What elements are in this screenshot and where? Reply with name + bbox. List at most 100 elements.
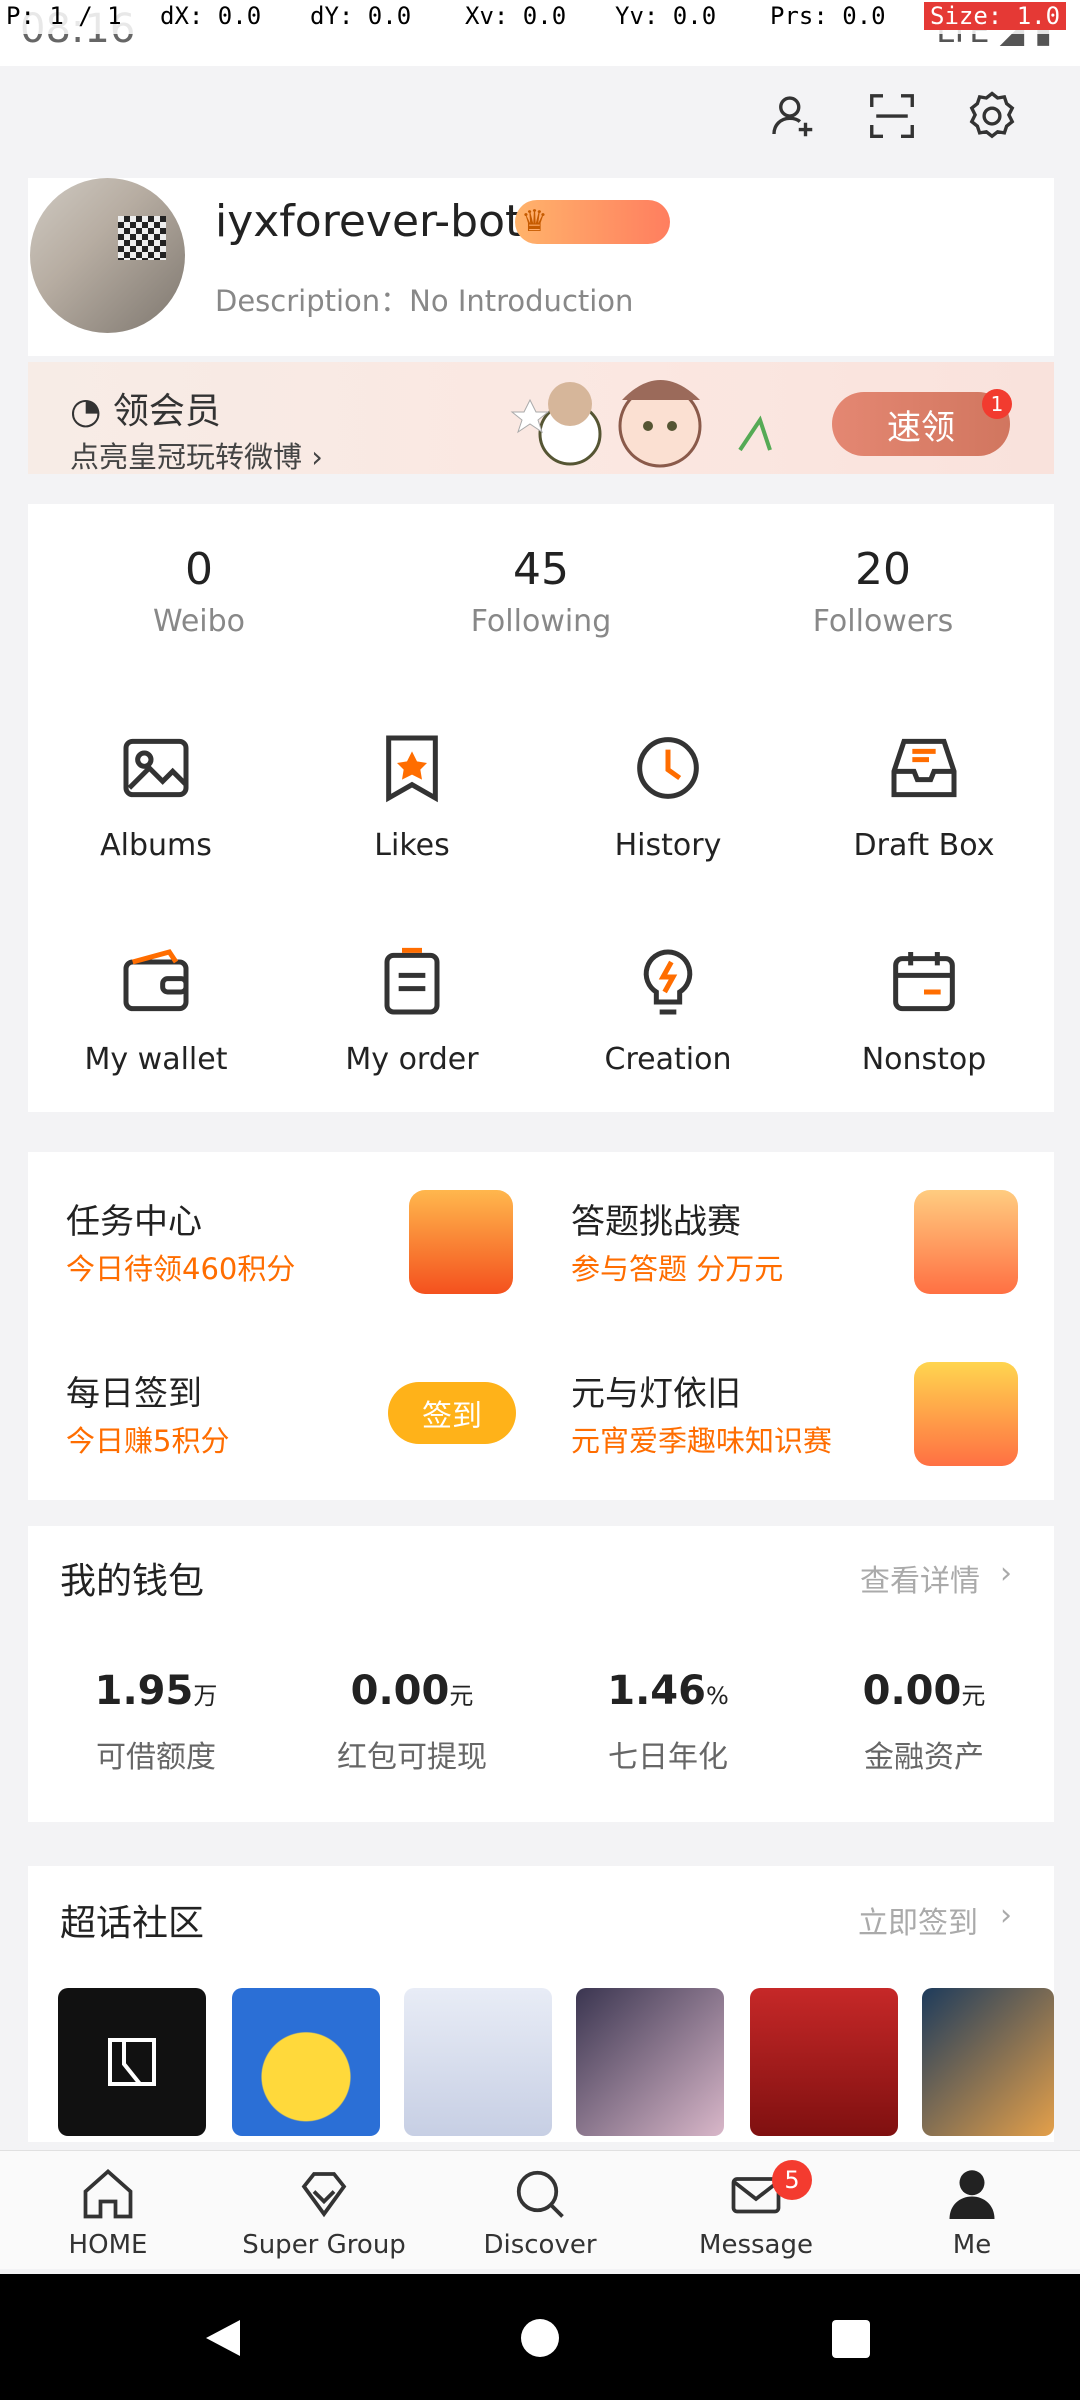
- system-navigation-bar: [0, 2274, 1080, 2400]
- chevron-right-icon[interactable]: ›: [1000, 1556, 1012, 1591]
- nav-label: Message: [699, 2230, 813, 2260]
- nav-label: Super Group: [242, 2230, 406, 2260]
- task-title: 答题挑战赛: [571, 1202, 741, 1242]
- overlay-dx: dX: 0.0: [160, 2, 262, 30]
- wallet-label: 红包可提现: [337, 1740, 487, 1775]
- vip-title: ◔ 领会员: [70, 382, 221, 434]
- vip-subtitle[interactable]: 点亮皇冠玩转微博 ›: [70, 434, 323, 476]
- calendar-icon: [876, 934, 972, 1030]
- stat-label: Followers: [812, 604, 954, 639]
- recents-icon[interactable]: [830, 2318, 872, 2360]
- community-checkin-link[interactable]: 立即签到: [858, 1898, 978, 1942]
- stat-followers[interactable]: 20 Followers: [712, 504, 1054, 680]
- overlay-size: Size: 1.0: [924, 2, 1067, 30]
- tool-likes[interactable]: Likes: [284, 680, 540, 894]
- chevron-right-icon[interactable]: ›: [1000, 1898, 1012, 1933]
- stat-value: 20: [855, 544, 911, 595]
- wallet-icon: [108, 934, 204, 1030]
- tool-history[interactable]: History: [540, 680, 796, 894]
- username[interactable]: iyxforever-bot: [215, 196, 522, 247]
- tool-creation[interactable]: Creation: [540, 894, 796, 1108]
- community-thumb[interactable]: [232, 1988, 380, 2136]
- wallet-value: 0.00元: [350, 1668, 474, 1714]
- tool-label: Likes: [374, 828, 450, 863]
- image-icon: [108, 720, 204, 816]
- wallet-value: 1.95万: [94, 1668, 218, 1714]
- community-title: 超话社区: [60, 1903, 205, 1944]
- stat-following[interactable]: 45 Following: [370, 504, 712, 680]
- nav-me[interactable]: Me: [864, 2150, 1080, 2268]
- tool-label: My order: [345, 1042, 479, 1077]
- nav-message[interactable]: Message: [648, 2150, 864, 2268]
- profile-description[interactable]: Description：No Introduction: [215, 278, 633, 320]
- weibo-logo-icon: ◔: [70, 391, 102, 432]
- back-icon[interactable]: [200, 2316, 244, 2360]
- vip-mascot-illustration: [510, 380, 772, 468]
- inbox-icon: [876, 720, 972, 816]
- diamond-icon: [301, 2172, 347, 2218]
- vip-badge[interactable]: ♛: [515, 200, 670, 244]
- checklist-icon: [914, 1190, 1018, 1294]
- nav-label: HOME: [68, 2230, 148, 2260]
- stat-value: 45: [513, 544, 569, 595]
- task-subtitle: 元宵爱季趣味知识赛: [571, 1424, 833, 1458]
- stat-weibo[interactable]: 0 Weibo: [28, 504, 370, 680]
- tool-nonstop[interactable]: Nonstop: [796, 894, 1052, 1108]
- overlay-yv: Yv: 0.0: [615, 2, 717, 30]
- tool-albums[interactable]: Albums: [28, 680, 284, 894]
- wallet-title: 我的钱包: [60, 1561, 205, 1602]
- task-title: 每日签到: [66, 1374, 202, 1414]
- tool-my-order[interactable]: My order: [284, 894, 540, 1108]
- tool-label: Nonstop: [861, 1042, 987, 1077]
- stat-label: Following: [470, 604, 612, 639]
- checkin-button[interactable]: 签到: [388, 1382, 516, 1444]
- stat-label: Weibo: [152, 604, 246, 639]
- nav-home[interactable]: HOME: [0, 2150, 216, 2268]
- wallet-label: 可借额度: [96, 1740, 216, 1775]
- home-icon: [83, 2168, 133, 2219]
- tool-label: History: [614, 828, 722, 863]
- wallet-label: 金融资产: [864, 1740, 984, 1775]
- settings-button[interactable]: [960, 84, 1024, 148]
- star-bookmark-icon: [364, 720, 460, 816]
- overlay-xv: Xv: 0.0: [465, 2, 567, 30]
- nav-super-group[interactable]: Super Group: [216, 2150, 432, 2268]
- community-thumb[interactable]: [922, 1988, 1054, 2136]
- wallet-redpacket[interactable]: 0.00元 红包可提现: [284, 1630, 540, 1810]
- tool-label: Albums: [100, 828, 212, 863]
- task-daily-checkin[interactable]: 每日签到 今日赚5积分 签到: [28, 1326, 533, 1498]
- crown-icon: ♛: [521, 204, 548, 239]
- tool-draft-box[interactable]: Draft Box: [796, 680, 1052, 894]
- community-thumb[interactable]: [576, 1988, 724, 2136]
- pointer-location-overlay: P: 1 / 1 dX: 0.0 dY: 0.0 Xv: 0.0 Yv: 0.0…: [0, 0, 1080, 34]
- nav-discover[interactable]: Discover: [432, 2150, 648, 2268]
- nav-label: Discover: [483, 2230, 597, 2260]
- tool-label: My wallet: [84, 1042, 228, 1077]
- avatar[interactable]: [30, 178, 185, 333]
- tool-my-wallet[interactable]: My wallet: [28, 894, 284, 1108]
- community-thumb[interactable]: [404, 1988, 552, 2136]
- add-friend-icon: [772, 96, 813, 137]
- overlay-pressure: Prs: 0.0: [770, 2, 886, 30]
- vip-title-text: 领会员: [112, 391, 221, 432]
- overlay-dy: dY: 0.0: [310, 2, 412, 30]
- scan-button[interactable]: [860, 84, 924, 148]
- wallet-details-link[interactable]: 查看详情: [860, 1556, 980, 1600]
- vip-notification-badge: 1: [982, 389, 1012, 419]
- wallet-yield[interactable]: 1.46% 七日年化: [540, 1630, 796, 1810]
- stat-value: 0: [185, 544, 213, 595]
- wallet-assets[interactable]: 0.00元 金融资产: [796, 1630, 1052, 1810]
- task-quiz-challenge[interactable]: 答题挑战赛 参与答题 分万元: [533, 1154, 1038, 1326]
- wallet-credit-limit[interactable]: 1.95万 可借额度: [28, 1630, 284, 1810]
- wallet-value: 1.46%: [607, 1668, 729, 1714]
- task-lantern-quiz[interactable]: 元与灯依旧 元宵爱季趣味知识赛: [533, 1326, 1038, 1498]
- community-thumb[interactable]: [58, 1988, 206, 2136]
- home-circle-icon[interactable]: [518, 2316, 562, 2360]
- task-center[interactable]: 任务中心 今日待领460积分: [28, 1154, 533, 1326]
- community-thumb[interactable]: [750, 1988, 898, 2136]
- add-friend-button[interactable]: [760, 84, 824, 148]
- wallet-label: 七日年化: [608, 1740, 728, 1775]
- tool-label: Creation: [604, 1042, 732, 1077]
- tool-label: Draft Box: [853, 828, 995, 863]
- gift-icon: [914, 1362, 1018, 1466]
